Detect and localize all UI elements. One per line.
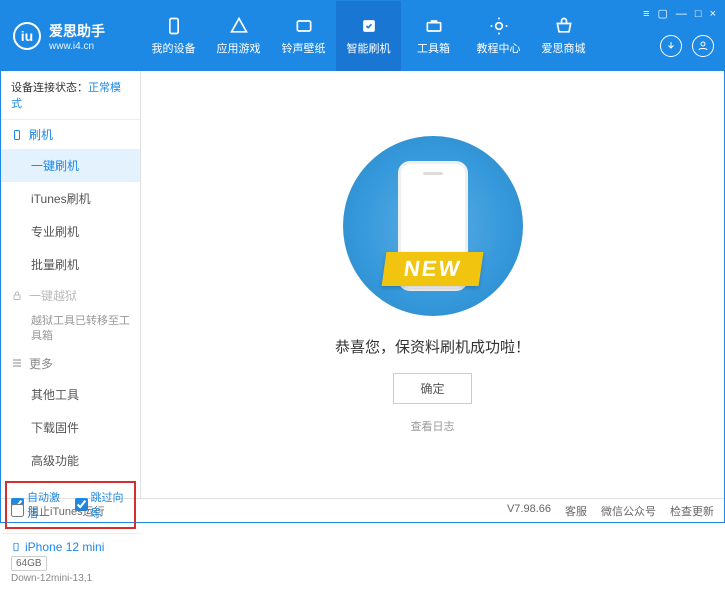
tab-toolbox[interactable]: 工具箱: [401, 1, 466, 71]
wechat-link[interactable]: 微信公众号: [601, 503, 656, 519]
device-firmware: Down-12mini-13,1: [11, 573, 130, 584]
tab-ringtones[interactable]: 铃声壁纸: [271, 1, 336, 71]
sidebar-item-download-firmware[interactable]: 下载固件: [1, 411, 140, 444]
sidebar-item-other-tools[interactable]: 其他工具: [1, 378, 140, 411]
view-log-link[interactable]: 查看日志: [411, 418, 455, 434]
close-icon[interactable]: ×: [710, 8, 716, 20]
download-button[interactable]: [660, 35, 682, 57]
main-content: NEW 恭喜您，保资料刷机成功啦！ 确定 查看日志: [141, 71, 724, 498]
sidebar-item-advanced[interactable]: 高级功能: [1, 444, 140, 477]
section-more[interactable]: 更多: [1, 349, 140, 378]
device-name: iPhone 12 mini: [11, 540, 130, 554]
phone-illustration: NEW: [343, 136, 523, 316]
logo-area: iu 爱思助手 www.i4.cn: [1, 21, 141, 52]
tab-store[interactable]: 爱思商城: [531, 1, 596, 71]
tab-smart-flash[interactable]: 智能刷机: [336, 1, 401, 71]
sidebar-item-itunes-flash[interactable]: iTunes刷机: [1, 182, 140, 215]
tab-tutorials[interactable]: 教程中心: [466, 1, 531, 71]
tab-apps-games[interactable]: 应用游戏: [206, 1, 271, 71]
block-itunes-label: 阻止iTunes运行: [28, 503, 105, 519]
app-title: 爱思助手: [49, 21, 105, 41]
ok-button[interactable]: 确定: [393, 373, 471, 404]
user-button[interactable]: [692, 35, 714, 57]
device-capacity: 64GB: [11, 556, 47, 571]
device-info[interactable]: iPhone 12 mini 64GB Down-12mini-13,1: [1, 533, 140, 590]
customer-service-link[interactable]: 客服: [565, 503, 587, 519]
minimize-icon[interactable]: —: [676, 8, 687, 20]
window-controls: ≡ ▢ — □ ×: [643, 7, 716, 20]
check-update-link[interactable]: 检查更新: [670, 503, 714, 519]
section-flash[interactable]: 刷机: [1, 120, 140, 149]
checkbox-block-itunes[interactable]: [11, 504, 24, 517]
sidebar: 设备连接状态：正常模式 刷机 一键刷机 iTunes刷机 专业刷机 批量刷机 一…: [1, 71, 141, 498]
nav-tabs: 我的设备 应用游戏 铃声壁纸 智能刷机 工具箱 教程中心 爱思商城: [141, 1, 724, 71]
jailbreak-note: 越狱工具已转移至工具箱: [1, 310, 140, 349]
connection-status: 设备连接状态：正常模式: [1, 71, 140, 120]
tab-my-device[interactable]: 我的设备: [141, 1, 206, 71]
version-label: V7.98.66: [507, 503, 551, 519]
section-jailbreak[interactable]: 一键越狱: [1, 281, 140, 310]
sidebar-item-pro-flash[interactable]: 专业刷机: [1, 215, 140, 248]
sidebar-item-oneclick-flash[interactable]: 一键刷机: [1, 149, 140, 182]
success-message: 恭喜您，保资料刷机成功啦！: [335, 336, 530, 357]
app-header: iu 爱思助手 www.i4.cn 我的设备 应用游戏 铃声壁纸 智能刷机 工具…: [1, 1, 724, 71]
menu-icon[interactable]: ≡: [643, 8, 649, 20]
maximize-icon[interactable]: □: [695, 8, 702, 20]
new-ribbon: NEW: [381, 252, 483, 286]
logo-icon: iu: [13, 22, 41, 50]
sidebar-item-batch-flash[interactable]: 批量刷机: [1, 248, 140, 281]
skin-icon[interactable]: ▢: [658, 7, 668, 20]
app-url: www.i4.cn: [49, 41, 105, 52]
